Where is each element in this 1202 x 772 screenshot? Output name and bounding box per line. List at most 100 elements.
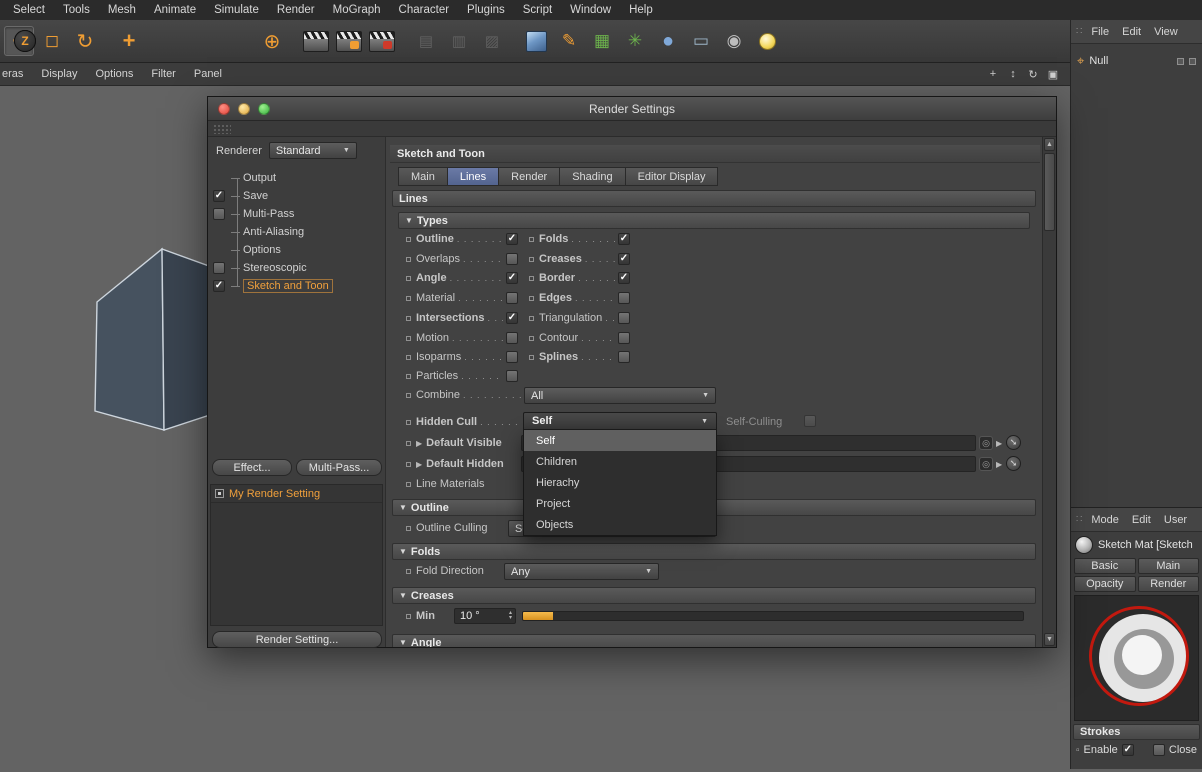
material-preview[interactable] <box>1074 595 1199 721</box>
creases-checkbox[interactable]: ✓ <box>618 253 630 265</box>
angle-checkbox[interactable]: ✓ <box>506 272 518 284</box>
expand-arrow-icon[interactable]: ▶ <box>416 460 422 469</box>
outline-checkbox[interactable]: ✓ <box>506 233 518 245</box>
motion-checkbox[interactable] <box>506 332 518 344</box>
option-self[interactable]: Self <box>524 430 716 451</box>
object-row-null[interactable]: ⌖ Null <box>1071 52 1202 70</box>
min-value-field[interactable]: 10 ° ▴ ▾ <box>454 608 516 624</box>
triangulation-checkbox[interactable] <box>618 312 630 324</box>
light-icon[interactable] <box>752 26 782 56</box>
texture-icon[interactable]: ◎ <box>979 457 993 471</box>
hidden-cull-dropdown[interactable]: Self <box>523 412 717 430</box>
section-lines[interactable]: Lines <box>392 190 1036 207</box>
viewport-menu-filter[interactable]: Filter <box>142 68 184 80</box>
multipass-button[interactable]: Multi-Pass... <box>296 459 382 476</box>
tree-item-antialiasing[interactable]: Anti-Aliasing <box>213 223 383 241</box>
option-children[interactable]: Children <box>524 451 716 472</box>
camera-icon[interactable]: ◉ <box>719 26 749 56</box>
tab-main[interactable]: Main <box>398 167 448 186</box>
tree-item-save[interactable]: ✓ Save <box>213 187 383 205</box>
slot-expand-icon[interactable]: ▶ <box>996 439 1002 448</box>
dynamics-icon[interactable]: ● <box>653 26 683 56</box>
expand-arrow-icon[interactable]: ▶ <box>416 439 422 448</box>
multipass-checkbox[interactable] <box>213 208 225 220</box>
om-menu-edit[interactable]: Edit <box>1116 26 1147 38</box>
slot-expand-icon[interactable]: ▶ <box>996 460 1002 469</box>
render-setting-item[interactable]: My Render Setting <box>211 485 382 503</box>
texture-icon[interactable]: ◎ <box>979 436 993 450</box>
isoparms-checkbox[interactable] <box>506 351 518 363</box>
om-menu-view[interactable]: View <box>1148 26 1184 38</box>
menu-render[interactable]: Render <box>268 4 324 16</box>
visibility-dot-editor[interactable] <box>1177 57 1184 65</box>
zoom-view-icon[interactable]: ↕ <box>1006 67 1020 81</box>
mograph-cloner-icon[interactable]: ▦ <box>587 26 617 56</box>
visibility-dot-render[interactable] <box>1189 57 1196 65</box>
cube-primitive-icon[interactable] <box>521 26 551 56</box>
render-settings-icon[interactable] <box>334 26 364 56</box>
viewport-menu-options[interactable]: Options <box>86 68 142 80</box>
material-tab-main[interactable]: Main <box>1137 558 1199 574</box>
tree-item-sketch-and-toon[interactable]: ✓ Sketch and Toon <box>213 277 383 295</box>
menu-animate[interactable]: Animate <box>145 4 205 16</box>
zoom-window-button[interactable] <box>258 103 270 115</box>
section-types[interactable]: ▼ Types <box>398 212 1030 229</box>
tab-lines[interactable]: Lines <box>446 167 500 186</box>
menu-character[interactable]: Character <box>390 4 459 16</box>
pan-view-icon[interactable]: + <box>986 67 1000 81</box>
settings-scrollbar[interactable]: ▲ ▼ <box>1042 137 1056 647</box>
floor-icon[interactable]: ▭ <box>686 26 716 56</box>
overlaps-checkbox[interactable] <box>506 253 518 265</box>
last-tool-icon[interactable]: + <box>114 26 144 56</box>
splines-checkbox[interactable] <box>618 351 630 363</box>
menu-mograph[interactable]: MoGraph <box>324 4 390 16</box>
menu-simulate[interactable]: Simulate <box>205 4 268 16</box>
save-checkbox[interactable]: ✓ <box>213 190 225 202</box>
browse-icon[interactable]: ➘ <box>1006 456 1021 471</box>
setting-enabled-icon[interactable] <box>215 489 224 498</box>
material-tab-basic[interactable]: Basic <box>1074 558 1136 574</box>
option-project[interactable]: Project <box>524 493 716 514</box>
contour-checkbox[interactable] <box>618 332 630 344</box>
om-menu-file[interactable]: File <box>1085 26 1115 38</box>
option-objects[interactable]: Objects <box>524 514 716 535</box>
browse-icon[interactable]: ➘ <box>1006 435 1021 450</box>
tree-item-options[interactable]: Options <box>213 241 383 259</box>
material-title-row[interactable]: Sketch Mat [Sketch <box>1071 532 1202 558</box>
render-queue-icon[interactable] <box>367 26 397 56</box>
viewport-menu-panel[interactable]: Panel <box>185 68 231 80</box>
drag-grip-icon[interactable] <box>213 123 231 134</box>
renderer-dropdown[interactable]: Standard <box>268 142 357 159</box>
tab-shading[interactable]: Shading <box>559 167 626 186</box>
strokes-section-header[interactable]: Strokes <box>1073 724 1200 740</box>
material-checkbox[interactable] <box>506 292 518 304</box>
viewport-menu-cameras[interactable]: eras <box>0 68 32 80</box>
section-folds[interactable]: ▼ Folds <box>392 543 1036 560</box>
menu-help[interactable]: Help <box>620 4 662 16</box>
stereoscopic-checkbox[interactable] <box>213 262 225 274</box>
self-culling-checkbox[interactable] <box>804 415 816 427</box>
menu-tools[interactable]: Tools <box>54 4 99 16</box>
menu-script[interactable]: Script <box>514 4 561 16</box>
tree-item-multipass[interactable]: Multi-Pass <box>213 205 383 223</box>
intersections-checkbox[interactable]: ✓ <box>506 312 518 324</box>
mm-menu-mode[interactable]: Mode <box>1085 514 1125 526</box>
option-hierachy[interactable]: Hierachy <box>524 472 716 493</box>
rotate-tool-icon[interactable]: ↻ <box>70 26 100 56</box>
effect-button[interactable]: Effect... <box>212 459 292 476</box>
section-creases[interactable]: ▼ Creases <box>392 587 1036 604</box>
rotate-view-icon[interactable]: ↻ <box>1026 67 1040 81</box>
tab-render[interactable]: Render <box>498 167 561 186</box>
border-checkbox[interactable]: ✓ <box>618 272 630 284</box>
min-slider[interactable] <box>522 611 1024 621</box>
mm-menu-user[interactable]: User <box>1158 514 1193 526</box>
axis-z-lock-icon[interactable]: Z <box>14 26 254 56</box>
mograph-effector-icon[interactable]: ✳ <box>620 26 650 56</box>
menu-mesh[interactable]: Mesh <box>99 4 145 16</box>
menu-window[interactable]: Window <box>561 4 620 16</box>
maximize-view-icon[interactable]: ▣ <box>1046 67 1060 81</box>
enable-checkbox[interactable]: ✓ <box>1121 744 1134 756</box>
scroll-down-icon[interactable]: ▼ <box>1044 633 1055 646</box>
section-angle[interactable]: ▼ Angle <box>392 634 1036 647</box>
mm-menu-edit[interactable]: Edit <box>1126 514 1157 526</box>
